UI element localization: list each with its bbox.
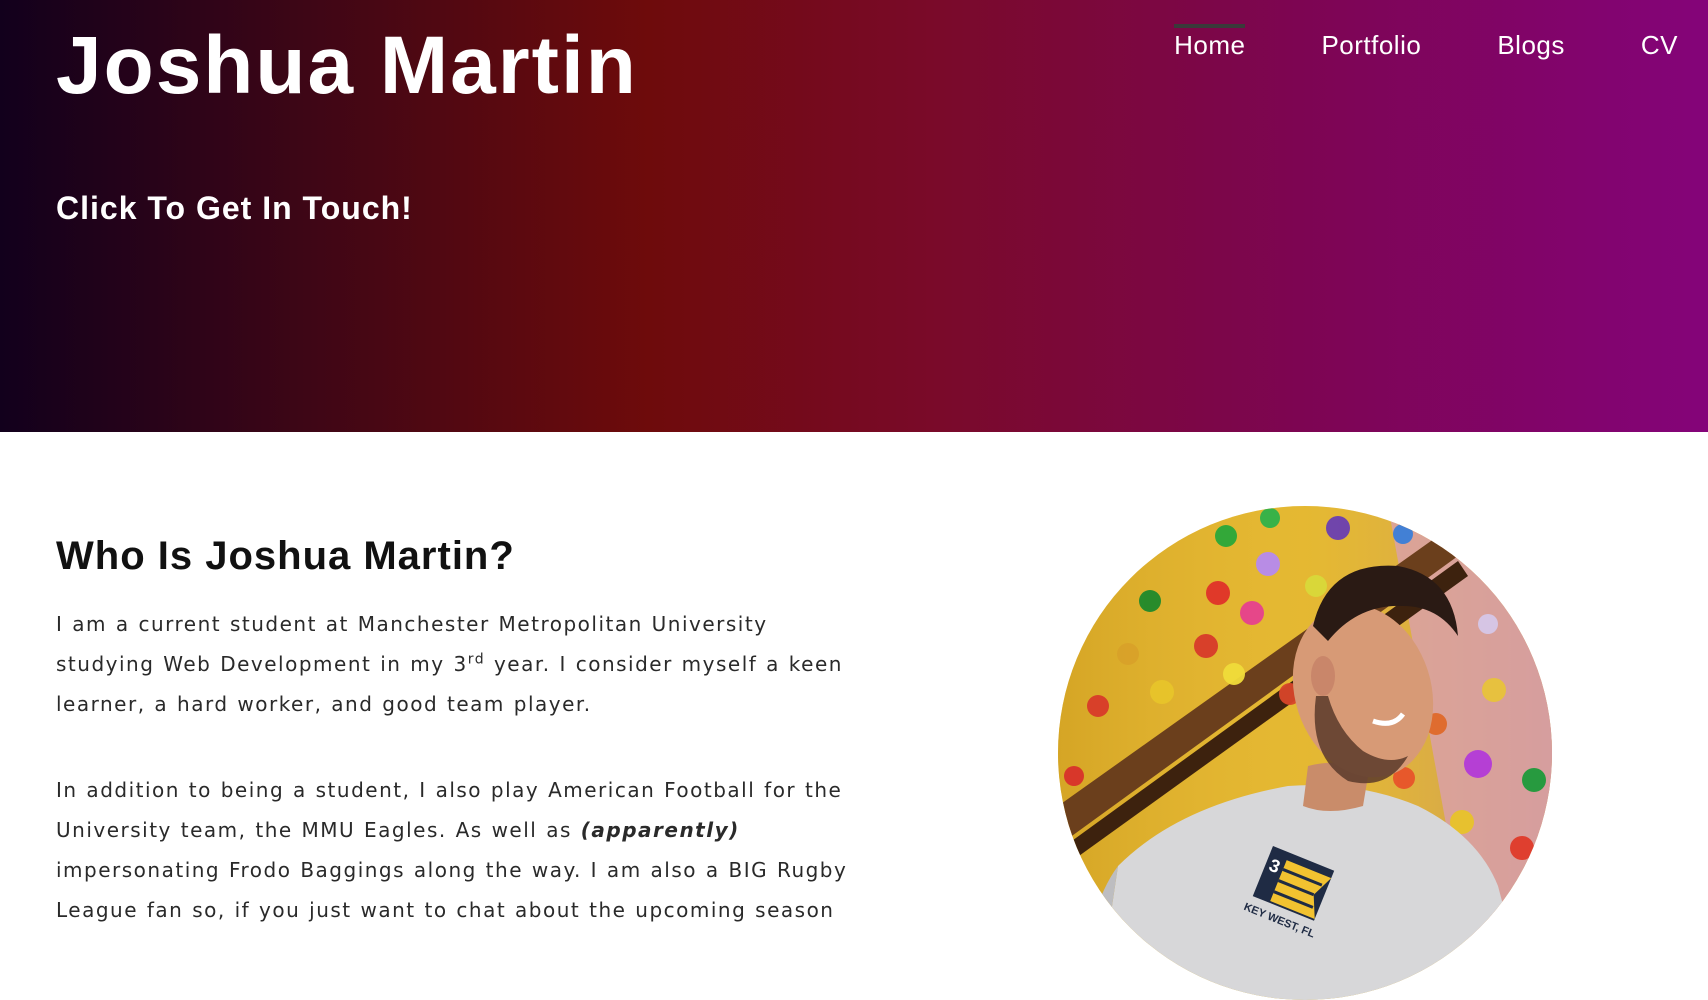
main-nav: Home Portfolio Blogs CV xyxy=(1098,18,1678,68)
get-in-touch-link[interactable]: Click To Get In Touch! xyxy=(56,188,413,228)
about-paragraph-1: I am a current student at Manchester Met… xyxy=(56,604,856,724)
profile-photo: 3 KEY WEST, FL xyxy=(1058,506,1552,1000)
emphasis-apparently: (apparently) xyxy=(580,818,740,842)
about-paragraph-2-text-b: impersonating Frodo Baggings along the w… xyxy=(56,858,848,922)
site-title: Joshua Martin xyxy=(56,20,638,111)
nav-item-blogs[interactable]: Blogs xyxy=(1497,26,1565,61)
nav-item-home[interactable]: Home xyxy=(1174,23,1246,61)
nav-item-portfolio[interactable]: Portfolio xyxy=(1321,26,1421,61)
nav-item-cv[interactable]: CV xyxy=(1641,26,1678,61)
about-heading: Who Is Joshua Martin? xyxy=(56,534,515,578)
hero-banner: Joshua Martin Click To Get In Touch! Hom… xyxy=(0,0,1708,432)
about-paragraph-2: In addition to being a student, I also p… xyxy=(56,770,856,930)
ordinal-suffix: rd xyxy=(467,651,486,668)
